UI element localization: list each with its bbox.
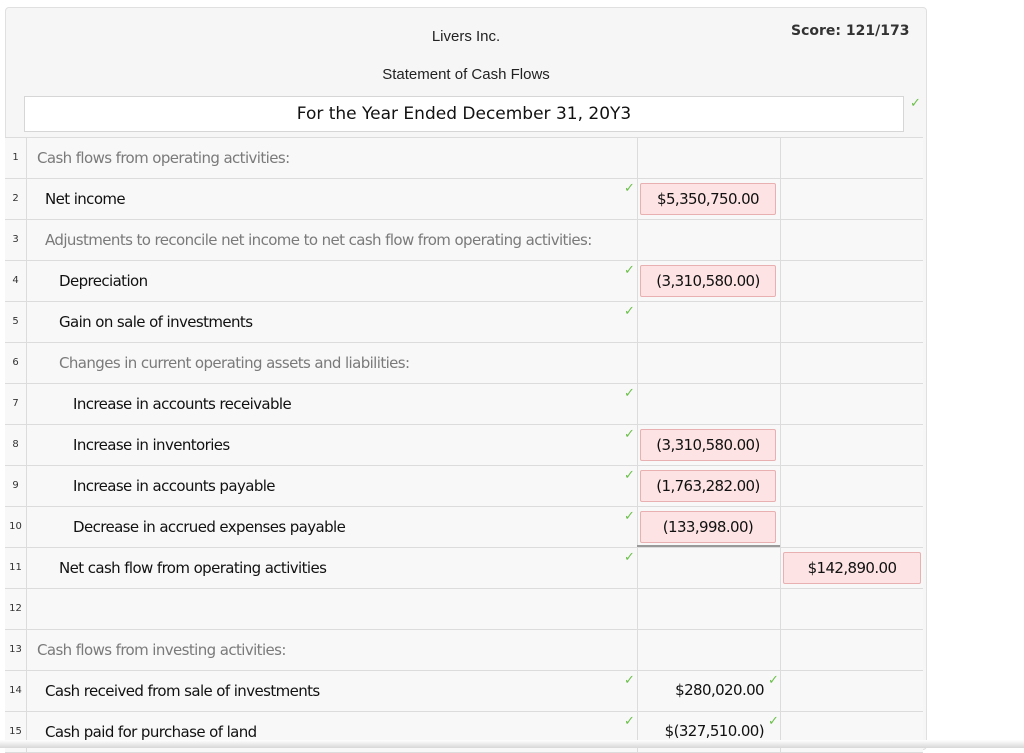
description-check-icon: ✓ xyxy=(624,263,635,278)
amount-column-2[interactable] xyxy=(781,302,923,342)
row-number: 8 xyxy=(5,425,27,465)
description-check-icon: ✓ xyxy=(624,550,635,565)
amount-column-2[interactable]: $142,890.00 xyxy=(781,548,923,588)
amount-column-1[interactable] xyxy=(637,220,781,260)
row-description[interactable]: Net income xyxy=(27,179,638,219)
amount-column-2[interactable] xyxy=(781,466,923,506)
row-number: 4 xyxy=(5,261,27,301)
subtotal-underline xyxy=(637,545,780,547)
statement-row: 4 Depreciation ✓ (3,310,580.00) xyxy=(5,261,923,302)
row-description[interactable]: Increase in accounts payable xyxy=(27,466,638,506)
row-description[interactable] xyxy=(27,589,638,629)
row-description[interactable]: Cash flows from investing activities: xyxy=(27,630,638,670)
amount-column-1[interactable] xyxy=(637,548,781,588)
amount-column-2[interactable] xyxy=(781,630,923,670)
statement-grid: 1 Cash flows from operating activities: 2 N… xyxy=(5,137,923,753)
statement-row: 5 Gain on sale of investments ✓ xyxy=(5,302,923,343)
statement-row: 12 xyxy=(5,589,923,630)
amount-column-1[interactable]: (133,998.00) xyxy=(637,507,781,547)
statement-row: 11 Net cash flow from operating activitie… xyxy=(5,548,923,589)
amount-input[interactable]: (133,998.00) xyxy=(640,511,776,543)
amount-column-1[interactable]: $280,020.00 ✓ xyxy=(637,671,781,711)
row-number: 10 xyxy=(5,507,27,547)
row-number: 2 xyxy=(5,179,27,219)
amount-column-2[interactable] xyxy=(781,138,923,178)
amount-column-2[interactable] xyxy=(781,261,923,301)
description-check-icon: ✓ xyxy=(624,181,635,196)
statement-row: 10 Decrease in accrued expenses payable ✓ (… xyxy=(5,507,923,548)
amount-input[interactable]: (3,310,580.00) xyxy=(640,429,776,461)
description-check-icon: ✓ xyxy=(624,468,635,483)
row-description[interactable]: Increase in accounts receivable xyxy=(27,384,638,424)
statement-row: 6 Changes in current operating assets and… xyxy=(5,343,923,384)
score-label: Score: 121/173 xyxy=(791,23,910,39)
period-field[interactable]: For the Year Ended December 31, 20Y3 xyxy=(24,96,904,132)
amount-column-1[interactable] xyxy=(637,589,781,629)
amount-input[interactable]: (3,310,580.00) xyxy=(640,265,776,297)
row-description[interactable]: Adjustments to reconcile net income to n… xyxy=(27,220,638,260)
amount-check-icon: ✓ xyxy=(768,714,779,729)
amount-column-1[interactable]: (3,310,580.00) xyxy=(637,261,781,301)
row-number: 11 xyxy=(5,548,27,588)
description-check-icon: ✓ xyxy=(624,673,635,688)
amount-column-2[interactable] xyxy=(781,425,923,465)
row-number: 14 xyxy=(5,671,27,711)
amount-column-1[interactable] xyxy=(637,343,781,383)
statement-row: 8 Increase in inventories ✓ (3,310,580.00) xyxy=(5,425,923,466)
row-description[interactable]: Depreciation xyxy=(27,261,638,301)
row-description[interactable]: Cash flows from operating activities: xyxy=(27,138,638,178)
amount-column-2[interactable] xyxy=(781,507,923,547)
amount-column-2[interactable] xyxy=(781,671,923,711)
row-description[interactable]: Increase in inventories xyxy=(27,425,638,465)
row-number: 6 xyxy=(5,343,27,383)
row-description[interactable]: Changes in current operating assets and … xyxy=(27,343,638,383)
row-number: 13 xyxy=(5,630,27,670)
statement-row: 14 Cash received from sale of investments… xyxy=(5,671,923,712)
amount-column-1[interactable] xyxy=(637,302,781,342)
description-check-icon: ✓ xyxy=(624,714,635,729)
period-check-icon: ✓ xyxy=(910,96,921,111)
amount-input[interactable]: $5,350,750.00 xyxy=(640,183,776,215)
company-name: Livers Inc. xyxy=(431,28,501,45)
amount-column-2[interactable] xyxy=(781,179,923,219)
amount-column-2[interactable] xyxy=(781,343,923,383)
row-number: 5 xyxy=(5,302,27,342)
amount-input[interactable]: $280,020.00 xyxy=(640,675,776,707)
amount-column-2[interactable] xyxy=(781,384,923,424)
amount-column-1[interactable] xyxy=(637,384,781,424)
row-description[interactable]: Net cash flow from operating activities xyxy=(27,548,638,588)
row-description[interactable]: Decrease in accrued expenses payable xyxy=(27,507,638,547)
total-amount-input[interactable]: $142,890.00 xyxy=(783,552,921,584)
statement-row: 13 Cash flows from investing activities: xyxy=(5,630,923,671)
amount-column-1[interactable]: (3,310,580.00) xyxy=(637,425,781,465)
amount-input[interactable]: (1,763,282.00) xyxy=(640,470,776,502)
amount-column-1[interactable] xyxy=(637,630,781,670)
bottom-scroll-edge xyxy=(0,740,1024,748)
row-number: 12 xyxy=(5,589,27,629)
description-check-icon: ✓ xyxy=(624,509,635,524)
row-number: 7 xyxy=(5,384,27,424)
amount-column-1[interactable]: $5,350,750.00 xyxy=(637,179,781,219)
statement-title: Statement of Cash Flows xyxy=(382,66,550,83)
statement-row: 2 Net income ✓ $5,350,750.00 xyxy=(5,179,923,220)
statement-row: 1 Cash flows from operating activities: xyxy=(5,137,923,179)
statement-row: 3 Adjustments to reconcile net income to … xyxy=(5,220,923,261)
description-check-icon: ✓ xyxy=(624,427,635,442)
amount-check-icon: ✓ xyxy=(768,673,779,688)
amount-column-1[interactable] xyxy=(637,138,781,178)
row-description[interactable]: Cash received from sale of investments xyxy=(27,671,638,711)
amount-column-2[interactable] xyxy=(781,220,923,260)
description-check-icon: ✓ xyxy=(624,304,635,319)
row-number: 9 xyxy=(5,466,27,506)
row-description[interactable]: Gain on sale of investments xyxy=(27,302,638,342)
row-number: 3 xyxy=(5,220,27,260)
statement-row: 9 Increase in accounts payable ✓ (1,763,282… xyxy=(5,466,923,507)
description-check-icon: ✓ xyxy=(624,386,635,401)
row-number: 1 xyxy=(5,138,27,178)
statement-row: 7 Increase in accounts receivable ✓ xyxy=(5,384,923,425)
amount-column-2[interactable] xyxy=(781,589,923,629)
amount-column-1[interactable]: (1,763,282.00) xyxy=(637,466,781,506)
